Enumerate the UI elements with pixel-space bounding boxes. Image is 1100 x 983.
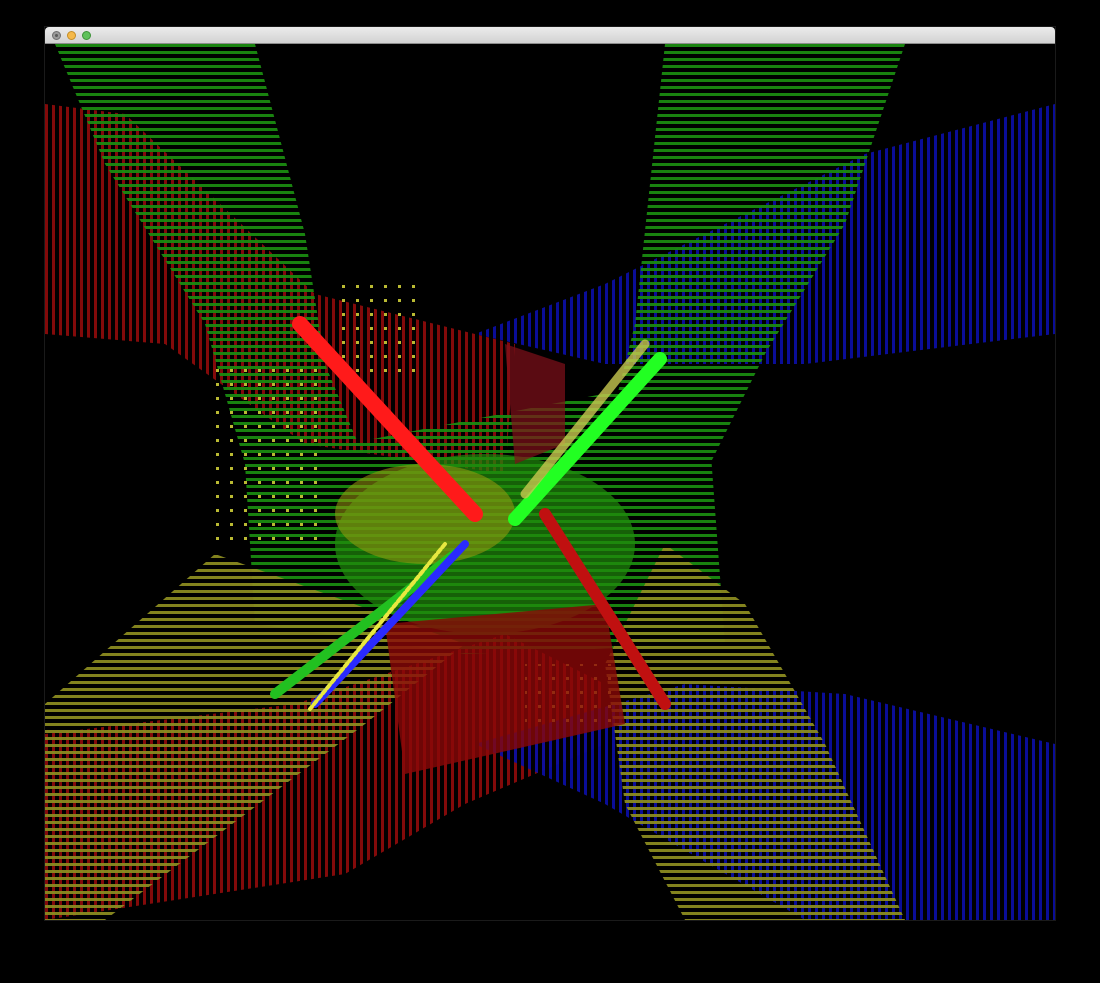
point-cloud-viewport[interactable] <box>45 44 1055 920</box>
zoom-icon[interactable] <box>82 31 91 40</box>
title-bar[interactable] <box>45 27 1055 44</box>
minimize-icon[interactable] <box>67 31 76 40</box>
close-icon[interactable] <box>52 31 61 40</box>
app-window <box>45 27 1055 920</box>
point-cloud-canvas[interactable] <box>45 44 1055 920</box>
